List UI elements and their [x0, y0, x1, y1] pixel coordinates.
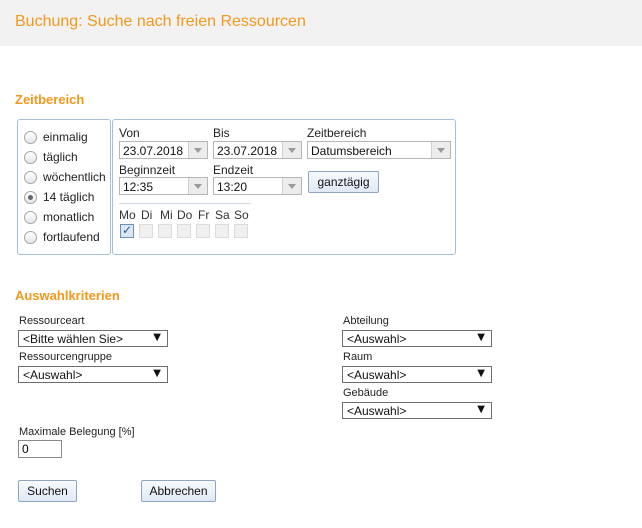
abteilung-select[interactable]: <Auswahl> ▼ — [342, 330, 492, 347]
beginnzeit-value: 12:35 — [123, 180, 154, 194]
day-checkbox-so[interactable] — [234, 224, 248, 238]
day-checkbox-mo[interactable] — [120, 223, 134, 238]
day-checkbox-mi[interactable] — [158, 224, 172, 238]
chevron-down-icon[interactable] — [282, 178, 301, 194]
chevron-down-icon: ▼ — [153, 332, 161, 343]
max-belegung-input[interactable] — [19, 441, 61, 457]
bis-date-field[interactable]: 23.07.2018 — [213, 141, 302, 159]
radio-icon[interactable] — [24, 210, 37, 224]
section-title-auswahlkriterien: Auswahlkriterien — [15, 288, 120, 303]
chevron-down-icon[interactable] — [282, 142, 301, 158]
ressourcengruppe-select[interactable]: <Auswahl> ▼ — [18, 366, 168, 383]
bis-date-value: 23.07.2018 — [217, 144, 278, 158]
page-title: Buchung: Suche nach freien Ressourcen — [15, 13, 306, 30]
chevron-down-icon: ▼ — [477, 332, 485, 343]
radio-selected-icon[interactable] — [24, 190, 37, 204]
radio-icon[interactable] — [24, 170, 37, 184]
recurrence-group: einmalig täglich wöchentlich 14 täglich … — [17, 119, 111, 255]
von-date-field[interactable]: 23.07.2018 — [119, 141, 208, 159]
bis-label: Bis — [213, 126, 230, 140]
ressourcengruppe-label: Ressourcengruppe — [19, 351, 112, 363]
zeitbereich-value: Datumsbereich — [311, 144, 392, 158]
zeitbereich-select[interactable]: Datumsbereich — [307, 141, 451, 159]
radio-icon[interactable] — [24, 230, 37, 244]
beginnzeit-field[interactable]: 12:35 — [119, 177, 208, 195]
radio-icon[interactable] — [24, 130, 37, 144]
day-label-sa: Sa — [215, 208, 230, 222]
radio-woechentlich[interactable]: wöchentlich — [24, 169, 106, 185]
endzeit-label: Endzeit — [213, 163, 254, 177]
chevron-down-icon: ▼ — [153, 368, 161, 379]
radio-14-taeglich[interactable]: 14 täglich — [24, 189, 94, 205]
chevron-down-icon[interactable] — [188, 178, 207, 194]
endzeit-field[interactable]: 13:20 — [213, 177, 302, 195]
day-label-do: Do — [177, 208, 193, 222]
ressourceart-select[interactable]: <Bitte wählen Sie> ▼ — [18, 330, 168, 347]
section-title-zeitbereich: Zeitbereich — [15, 92, 85, 107]
radio-monatlich[interactable]: monatlich — [24, 209, 94, 225]
zeitbereich-label: Zeitbereich — [307, 126, 367, 140]
chevron-down-icon[interactable] — [431, 142, 450, 158]
chevron-down-icon: ▼ — [477, 368, 485, 379]
gebaeude-select[interactable]: <Auswahl> ▼ — [342, 402, 492, 419]
day-checkbox-fr[interactable] — [196, 224, 210, 238]
ressourceart-value: <Bitte wählen Sie> — [23, 332, 124, 346]
radio-label: einmalig — [43, 130, 88, 144]
page-header: Buchung: Suche nach freien Ressourcen — [0, 0, 642, 46]
abteilung-value: <Auswahl> — [347, 332, 407, 346]
abteilung-label: Abteilung — [343, 315, 389, 327]
radio-taeglich[interactable]: täglich — [24, 149, 78, 165]
radio-label: monatlich — [43, 210, 95, 224]
beginnzeit-label: Beginnzeit — [119, 163, 176, 177]
raum-select[interactable]: <Auswahl> ▼ — [342, 366, 492, 383]
day-label-di: Di — [141, 208, 153, 222]
raum-value: <Auswahl> — [347, 368, 407, 382]
von-date-value: 23.07.2018 — [123, 144, 184, 158]
day-label-mo: Mo — [119, 208, 136, 222]
endzeit-value: 13:20 — [217, 180, 248, 194]
day-label-mi: Mi — [160, 208, 173, 222]
radio-label: wöchentlich — [43, 170, 106, 184]
raum-label: Raum — [343, 351, 373, 363]
chevron-down-icon: ▼ — [477, 404, 485, 415]
suchen-button[interactable]: Suchen — [18, 480, 77, 502]
radio-icon[interactable] — [24, 150, 37, 164]
ganztaegig-button[interactable]: ganztägig — [308, 171, 379, 193]
radio-label: fortlaufend — [43, 230, 100, 244]
max-belegung-input-wrapper[interactable] — [18, 440, 62, 458]
day-checkbox-sa[interactable] — [215, 224, 229, 238]
von-label: Von — [119, 126, 140, 140]
weekday-divider — [119, 203, 251, 204]
ressourceart-label: Ressourceart — [19, 315, 85, 327]
radio-label: 14 täglich — [43, 190, 95, 204]
abbrechen-button[interactable]: Abbrechen — [141, 480, 216, 502]
gebaeude-label: Gebäude — [343, 387, 389, 399]
gebaeude-value: <Auswahl> — [347, 404, 407, 418]
day-label-so: So — [234, 208, 249, 222]
ressourcengruppe-value: <Auswahl> — [23, 368, 83, 382]
radio-fortlaufend[interactable]: fortlaufend — [24, 229, 100, 245]
radio-label: täglich — [43, 150, 78, 164]
day-label-fr: Fr — [198, 208, 210, 222]
day-checkbox-do[interactable] — [177, 224, 191, 238]
day-checkbox-di[interactable] — [139, 224, 153, 238]
chevron-down-icon[interactable] — [188, 142, 207, 158]
radio-einmalig[interactable]: einmalig — [24, 129, 88, 145]
max-belegung-label: Maximale Belegung [%] — [19, 426, 135, 438]
